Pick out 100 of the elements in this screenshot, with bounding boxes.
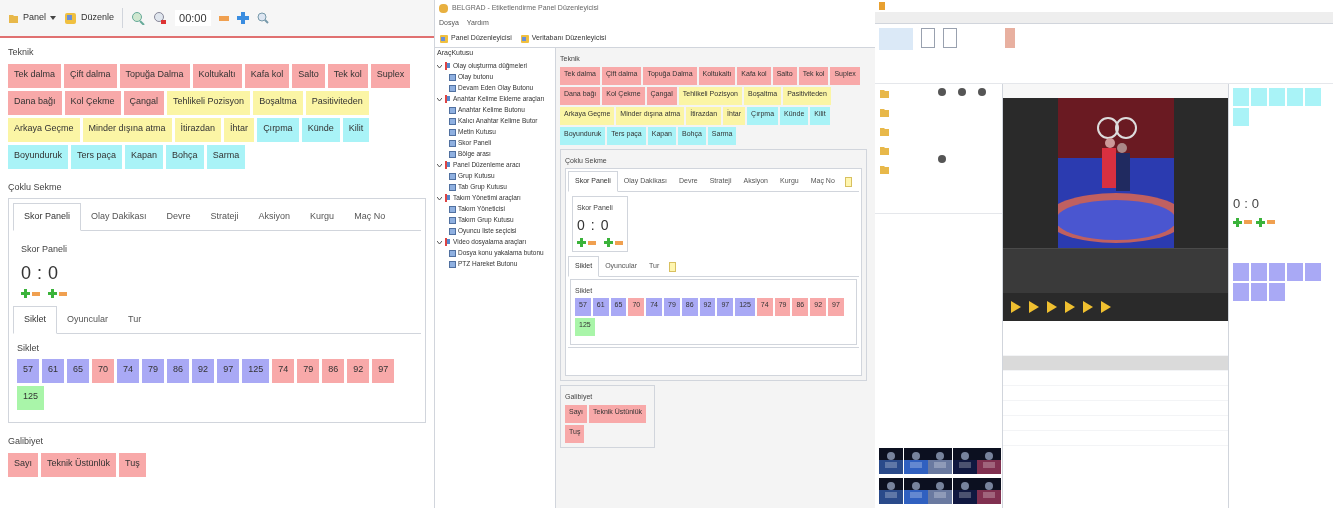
tag-button[interactable]: Tehlikeli Pozisyon xyxy=(167,90,251,115)
tag-button[interactable]: Sayı xyxy=(8,452,38,477)
tag-button[interactable]: 92 xyxy=(192,359,215,383)
tag-button[interactable]: Pasitiviteden xyxy=(305,90,369,115)
tag-button[interactable] xyxy=(1233,262,1249,281)
tag-button[interactable]: Tuş xyxy=(119,452,146,477)
plus-icon[interactable] xyxy=(1233,217,1242,227)
tag-button[interactable]: İtirazdan xyxy=(174,117,222,142)
plus-icon[interactable] xyxy=(604,238,613,247)
minus-icon[interactable] xyxy=(59,291,67,296)
tab[interactable]: Olay Dakikası xyxy=(81,204,157,230)
playback-icon[interactable] xyxy=(1083,301,1093,313)
tag-button[interactable]: 74 xyxy=(272,359,295,383)
tag-button[interactable]: 92 xyxy=(347,359,370,383)
tag-button[interactable]: Sarma xyxy=(206,144,246,169)
tag-button[interactable]: Kapan xyxy=(125,144,164,169)
playback-icon[interactable] xyxy=(1101,301,1111,313)
tab[interactable]: Tur xyxy=(118,307,152,333)
caret-icon xyxy=(50,16,57,20)
tab[interactable]: Kurgu xyxy=(300,204,345,230)
tag-button[interactable]: Kilit xyxy=(342,117,370,142)
table-row[interactable] xyxy=(1003,356,1228,371)
chevron-down-icon[interactable] xyxy=(437,63,442,69)
plus-icon[interactable] xyxy=(577,238,586,247)
section-label: Siklet xyxy=(17,341,40,355)
plus-icon[interactable] xyxy=(48,289,57,298)
tag-button[interactable]: 125 xyxy=(17,386,45,410)
tab[interactable]: Strateji xyxy=(200,204,249,230)
chevron-down-icon[interactable] xyxy=(437,162,442,168)
tag-button[interactable]: 97 xyxy=(217,359,240,383)
tag-button[interactable]: 74 xyxy=(117,359,140,383)
tag-button[interactable]: Künde xyxy=(301,117,340,142)
panel-dropdown[interactable]: Panel xyxy=(8,11,57,25)
tag-button[interactable]: 79 xyxy=(297,359,320,383)
tag-button[interactable]: Tek dalma xyxy=(8,63,62,88)
tag-button[interactable]: Bohça xyxy=(166,144,204,169)
tag-button[interactable]: Çift dalma xyxy=(64,63,117,88)
playback-icon[interactable] xyxy=(1047,301,1057,313)
tag-button[interactable]: Arkaya Geçme xyxy=(8,117,80,142)
tab[interactable]: Oyuncular xyxy=(57,307,119,333)
tag-button[interactable]: 97 xyxy=(372,359,395,383)
note-icon[interactable] xyxy=(669,261,677,272)
tag-button[interactable]: 65 xyxy=(67,359,90,383)
tag-button[interactable] xyxy=(1251,262,1267,281)
tag-button[interactable]: Ters paça xyxy=(71,144,123,169)
zoom-icon[interactable] xyxy=(256,12,269,24)
tag-button[interactable] xyxy=(1287,262,1303,281)
minus-icon[interactable] xyxy=(588,240,596,245)
tag-button[interactable]: Suplex xyxy=(370,63,411,88)
tag-button[interactable]: Boşaltma xyxy=(253,90,303,115)
tag-button[interactable]: 79 xyxy=(142,359,165,383)
tag-button[interactable]: Dana bağı xyxy=(8,90,62,115)
chevron-down-icon[interactable] xyxy=(437,195,442,201)
tag-button[interactable]: 61 xyxy=(42,359,65,383)
note-icon[interactable] xyxy=(844,176,852,187)
tag-button[interactable] xyxy=(1305,262,1321,281)
tag-button[interactable]: Kafa kol xyxy=(244,63,290,88)
plus-icon[interactable] xyxy=(1256,217,1265,227)
tag-button[interactable]: Boyunduruk xyxy=(8,144,69,169)
tag-button[interactable]: 125 xyxy=(242,359,270,383)
tag-button[interactable]: Koltukaltı xyxy=(192,63,242,88)
tab[interactable]: Maç No xyxy=(344,204,396,230)
zoom-in-icon[interactable] xyxy=(131,11,146,25)
tag-button[interactable]: Minder dışına atma xyxy=(82,117,172,142)
tab[interactable]: Devre xyxy=(156,204,201,230)
tag-button[interactable] xyxy=(1251,282,1267,301)
tag-button[interactable]: 86 xyxy=(322,359,345,383)
plus-icon[interactable] xyxy=(21,289,30,298)
tag-button[interactable]: 70 xyxy=(92,359,115,383)
tab[interactable]: Siklet xyxy=(13,306,57,334)
playback-icon[interactable] xyxy=(1065,301,1075,313)
tag-button[interactable] xyxy=(1233,282,1249,301)
tag-button[interactable] xyxy=(1269,262,1285,281)
minus-icon[interactable] xyxy=(218,15,229,21)
playback-icon[interactable] xyxy=(1011,301,1021,313)
chevron-down-icon[interactable] xyxy=(437,96,442,102)
plus-icon[interactable] xyxy=(236,12,249,24)
tools-icon xyxy=(444,238,451,246)
tag-button[interactable]: Kol Çekme xyxy=(64,90,121,115)
section-label: Galibiyet xyxy=(8,435,44,448)
tab[interactable]: Skor Paneli xyxy=(13,203,82,231)
tag-button[interactable]: Çırpma xyxy=(257,117,299,142)
playback-icon[interactable] xyxy=(1029,301,1039,313)
ribbon-button[interactable] xyxy=(921,28,935,48)
chevron-down-icon[interactable] xyxy=(437,239,442,245)
tag-button[interactable]: Topuğa Dalma xyxy=(119,63,190,88)
tag-button[interactable]: 86 xyxy=(167,359,190,383)
minus-icon[interactable] xyxy=(32,291,40,296)
tab[interactable]: Aksiyon xyxy=(248,204,301,230)
ribbon-button[interactable] xyxy=(943,28,957,48)
tag-button[interactable]: 57 xyxy=(17,359,39,383)
tag-button[interactable]: Tek kol xyxy=(327,63,368,88)
tag-button[interactable]: İhtar xyxy=(224,117,255,142)
zoom-out-icon[interactable] xyxy=(153,11,168,25)
minus-icon[interactable] xyxy=(615,240,623,245)
edit-button[interactable]: Düzenle xyxy=(64,11,115,25)
tag-button[interactable]: Salto xyxy=(292,63,325,88)
tag-button[interactable] xyxy=(1269,282,1285,301)
tag-button[interactable]: Teknik Üstünlük xyxy=(41,452,117,477)
tag-button[interactable]: Çangal xyxy=(123,90,165,115)
